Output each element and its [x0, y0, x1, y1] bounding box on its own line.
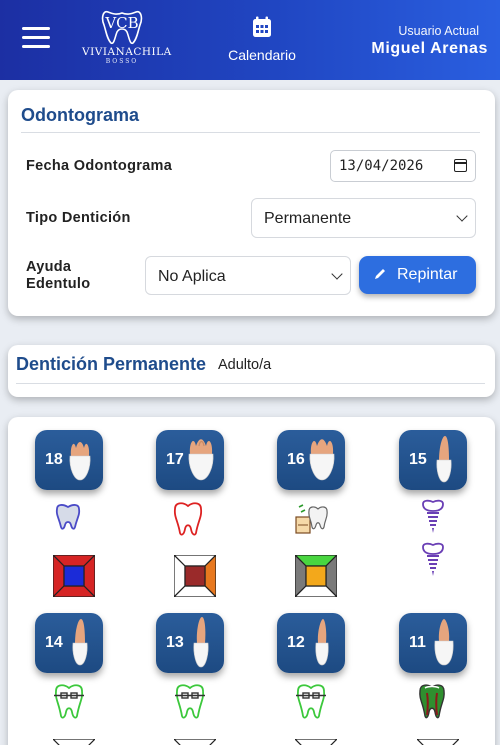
divider: [21, 132, 480, 133]
surface-center[interactable]: [184, 565, 206, 587]
denticion-header-card: Dentición Permanente Adulto/a: [8, 345, 495, 397]
tooth-number: 17: [166, 451, 184, 468]
molar-tooth-icon: [309, 439, 335, 481]
tooth-17-surfaces[interactable]: [174, 555, 216, 597]
tooth-number: 15: [409, 451, 427, 468]
tooth-11-button[interactable]: 11: [399, 613, 467, 673]
canine-tooth-icon: [193, 617, 209, 668]
ayuda-label-line2: Edentulo: [26, 276, 91, 292]
fecha-value: 13/04/2026: [339, 158, 424, 174]
tooth-13-surfaces[interactable]: [174, 739, 216, 745]
user-name: Miguel Arenas: [371, 40, 488, 57]
svg-text:VCB: VCB: [104, 14, 138, 32]
premolar-tooth-icon: [72, 619, 88, 666]
tooth-14-surfaces[interactable]: [53, 739, 95, 745]
ayuda-label: Ayuda Edentulo: [26, 259, 90, 293]
ayuda-edentulo-select[interactable]: No Aplica: [145, 256, 351, 295]
braces-icon[interactable]: [294, 683, 328, 721]
tipo-denticion-select[interactable]: Permanente: [251, 198, 476, 238]
braces-icon[interactable]: [52, 683, 86, 721]
tooth-18-surfaces[interactable]: [53, 555, 95, 597]
surface-center[interactable]: [305, 565, 327, 587]
molar-tooth-icon: [188, 439, 214, 481]
teeth-grid-card: 18 17 16 15 14 13 12 11: [8, 417, 495, 745]
top-bar: VCB VIVIANACHILA BOSSO Calendario Usuari…: [0, 0, 500, 80]
tooth-number: 12: [287, 634, 305, 651]
divider: [16, 383, 485, 384]
fecha-date-input[interactable]: 13/04/2026: [330, 150, 476, 182]
braces-icon[interactable]: [173, 683, 207, 721]
brand-name: VIVIANACHILA: [82, 46, 172, 58]
tooth-15-button[interactable]: 15: [399, 430, 467, 490]
tooth-17-button[interactable]: 17: [156, 430, 224, 490]
ayuda-value: No Aplica: [158, 268, 226, 285]
implant-icon[interactable]: [419, 499, 447, 535]
root-canal-icon[interactable]: [417, 683, 447, 721]
tooth-number: 14: [45, 634, 63, 651]
tooth-16-button[interactable]: 16: [277, 430, 345, 490]
extraction-indicated-icon[interactable]: [295, 503, 331, 535]
chevron-down-icon: [331, 268, 343, 280]
current-user[interactable]: Usuario Actual Miguel Arenas: [371, 24, 488, 58]
ayuda-label-line1: Ayuda: [26, 259, 72, 275]
chevron-down-icon: [456, 210, 468, 222]
odontograma-title: Odontograma: [21, 105, 140, 125]
fecha-label: Fecha Odontograma: [26, 158, 173, 174]
tooth-16-surfaces[interactable]: [295, 555, 337, 597]
premolar-tooth-icon: [436, 436, 452, 483]
filled-molar-icon[interactable]: [53, 503, 83, 531]
calendar-label: Calendario: [228, 47, 296, 63]
outline-molar-red-icon[interactable]: [171, 501, 205, 537]
tipo-value: Permanente: [264, 210, 352, 227]
date-picker-icon[interactable]: [454, 159, 467, 172]
tooth-logo-icon: VCB: [101, 10, 143, 45]
denticion-subtitle: Adulto/a: [218, 357, 272, 373]
brand-subtitle: BOSSO: [105, 58, 139, 65]
tooth-number: 11: [409, 634, 426, 651]
pen-icon: [375, 269, 385, 279]
incisor-tooth-icon: [434, 619, 454, 666]
clinic-logo[interactable]: VCB VIVIANACHILA BOSSO: [82, 6, 172, 72]
repintar-label: Repintar: [397, 266, 458, 283]
tooth-number: 16: [287, 451, 305, 468]
tooth-number: 18: [45, 451, 63, 468]
tooth-number: 13: [166, 634, 184, 651]
molar-tooth-icon: [69, 442, 91, 481]
odontograma-form-card: Odontograma Fecha Odontograma 13/04/2026…: [8, 90, 495, 316]
calendar-icon: [253, 16, 271, 37]
tooth-18-button[interactable]: 18: [35, 430, 103, 490]
tooth-11-surfaces[interactable]: [417, 739, 459, 745]
user-caption: Usuario Actual: [398, 24, 479, 38]
tipo-label: Tipo Dentición: [26, 210, 131, 226]
denticion-title: Dentición Permanente: [16, 354, 207, 374]
tooth-14-button[interactable]: 14: [35, 613, 103, 673]
tooth-12-surfaces[interactable]: [295, 739, 337, 745]
tooth-13-button[interactable]: 13: [156, 613, 224, 673]
menu-icon[interactable]: [22, 27, 50, 49]
implant-icon[interactable]: [419, 542, 447, 578]
tooth-12-button[interactable]: 12: [277, 613, 345, 673]
surface-center[interactable]: [63, 565, 85, 587]
incisor-tooth-icon: [315, 619, 329, 666]
repintar-button[interactable]: Repintar: [359, 256, 476, 294]
calendar-link[interactable]: Calendario: [222, 16, 302, 63]
